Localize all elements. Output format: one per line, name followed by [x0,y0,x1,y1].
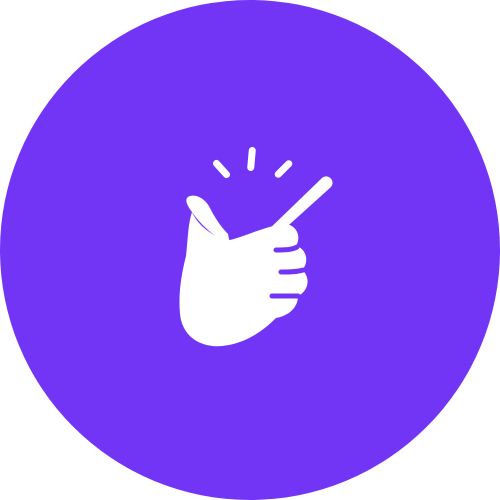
finger-snap-icon [179,147,333,347]
snap-badge [0,0,500,500]
snap-burst-lines-icon [212,147,293,179]
snapping-hand-icon [179,176,333,347]
